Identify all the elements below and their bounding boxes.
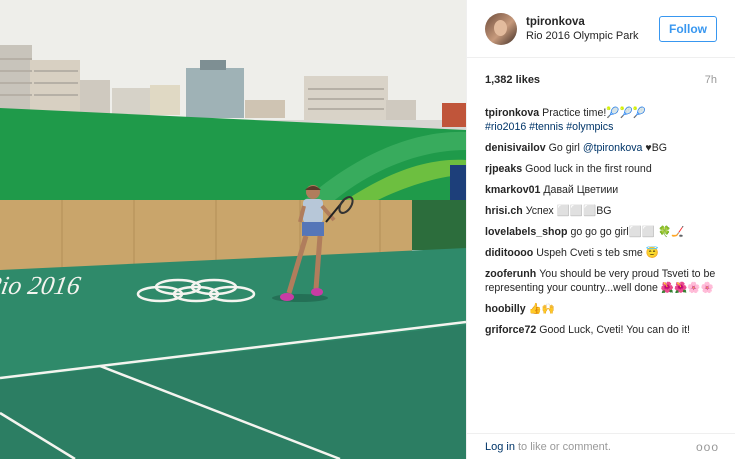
- comment-text: Good Luck, Cveti! You can do it!: [539, 324, 690, 336]
- comment-extra: ♥BG: [645, 142, 668, 154]
- caption-username[interactable]: tpironkova: [485, 107, 539, 119]
- comment-username[interactable]: rjpeaks: [485, 163, 522, 175]
- post-photo[interactable]: Rio 2016: [0, 0, 466, 459]
- comment-text: Uspeh Cveti s teb sme 😇: [536, 247, 659, 259]
- comment-username[interactable]: hoobilly: [485, 303, 526, 315]
- follow-button[interactable]: Follow: [659, 15, 717, 42]
- login-prompt: to like or comment.: [517, 440, 611, 453]
- comment-username[interactable]: zooferunh: [485, 268, 536, 280]
- comment-username[interactable]: denisivailov: [485, 142, 546, 154]
- caption: tpironkova Practice time!🎾🎾🎾 #rio2016 #te…: [485, 106, 717, 134]
- comment-mention[interactable]: @tpironkova: [583, 142, 643, 154]
- comment-username[interactable]: kmarkov01: [485, 184, 540, 196]
- comment-item: rjpeaks Good luck in the first round: [485, 162, 717, 176]
- caption-text: Practice time!🎾🎾🎾: [542, 107, 646, 119]
- likes-count[interactable]: 1,382 likes: [485, 74, 540, 86]
- comment-item: lovelabels_shop go go go girl⬜⬜ 🍀🏒: [485, 225, 717, 239]
- post-header: tpironkova Rio 2016 Olympic Park Follow: [467, 0, 735, 58]
- post-author: tpironkova Rio 2016 Olympic Park: [526, 16, 649, 42]
- post-sidebar: tpironkova Rio 2016 Olympic Park Follow …: [466, 0, 735, 459]
- rio2016-court-logo: Rio 2016: [0, 271, 83, 300]
- comment-username[interactable]: griforce72: [485, 324, 536, 336]
- comment-username[interactable]: lovelabels_shop: [485, 226, 567, 238]
- comment-item: zooferunh You should be very proud Tsveti…: [485, 267, 717, 295]
- tennis-court-photo: Rio 2016: [0, 0, 466, 459]
- post-meta: 1,382 likes 7h: [467, 58, 735, 86]
- author-username[interactable]: tpironkova: [526, 16, 649, 28]
- comment-item: hoobilly 👍🙌: [485, 302, 717, 316]
- comment-item: hrisi.ch Успех ⬜⬜⬜BG: [485, 204, 717, 218]
- comment-text: Go girl: [548, 142, 580, 154]
- post-age[interactable]: 7h: [705, 74, 717, 86]
- comment-text: Good luck in the first round: [525, 163, 652, 175]
- post-location[interactable]: Rio 2016 Olympic Park: [526, 30, 642, 42]
- avatar[interactable]: [485, 12, 517, 45]
- comment-text: 👍🙌: [528, 303, 555, 315]
- comments-list: tpironkova Practice time!🎾🎾🎾 #rio2016 #te…: [467, 86, 735, 337]
- comment-text: go go go girl⬜⬜ 🍀🏒: [570, 226, 685, 238]
- post-footer: Log in to like or comment. ooo: [467, 433, 735, 459]
- caption-hashtags[interactable]: #rio2016 #tennis #olympics: [485, 120, 717, 134]
- comment-item: griforce72 Good Luck, Cveti! You can do i…: [485, 323, 717, 337]
- comment-text: Успех ⬜⬜⬜BG: [525, 205, 612, 217]
- comment-item: kmarkov01 Давай Цветиии: [485, 183, 717, 197]
- login-link[interactable]: Log in: [485, 441, 515, 453]
- comment-item: diditoooo Uspeh Cveti s teb sme 😇: [485, 246, 717, 260]
- more-options-icon[interactable]: ooo: [696, 440, 719, 454]
- instagram-post: Rio 2016 tpironkova Rio 2016 Olympic Par…: [0, 0, 735, 459]
- comment-username[interactable]: hrisi.ch: [485, 205, 523, 217]
- comment-item: denisivailov Go girl @tpironkova ♥BG: [485, 141, 717, 155]
- comment-username[interactable]: diditoooo: [485, 247, 533, 259]
- comment-text: Давай Цветиии: [543, 184, 619, 196]
